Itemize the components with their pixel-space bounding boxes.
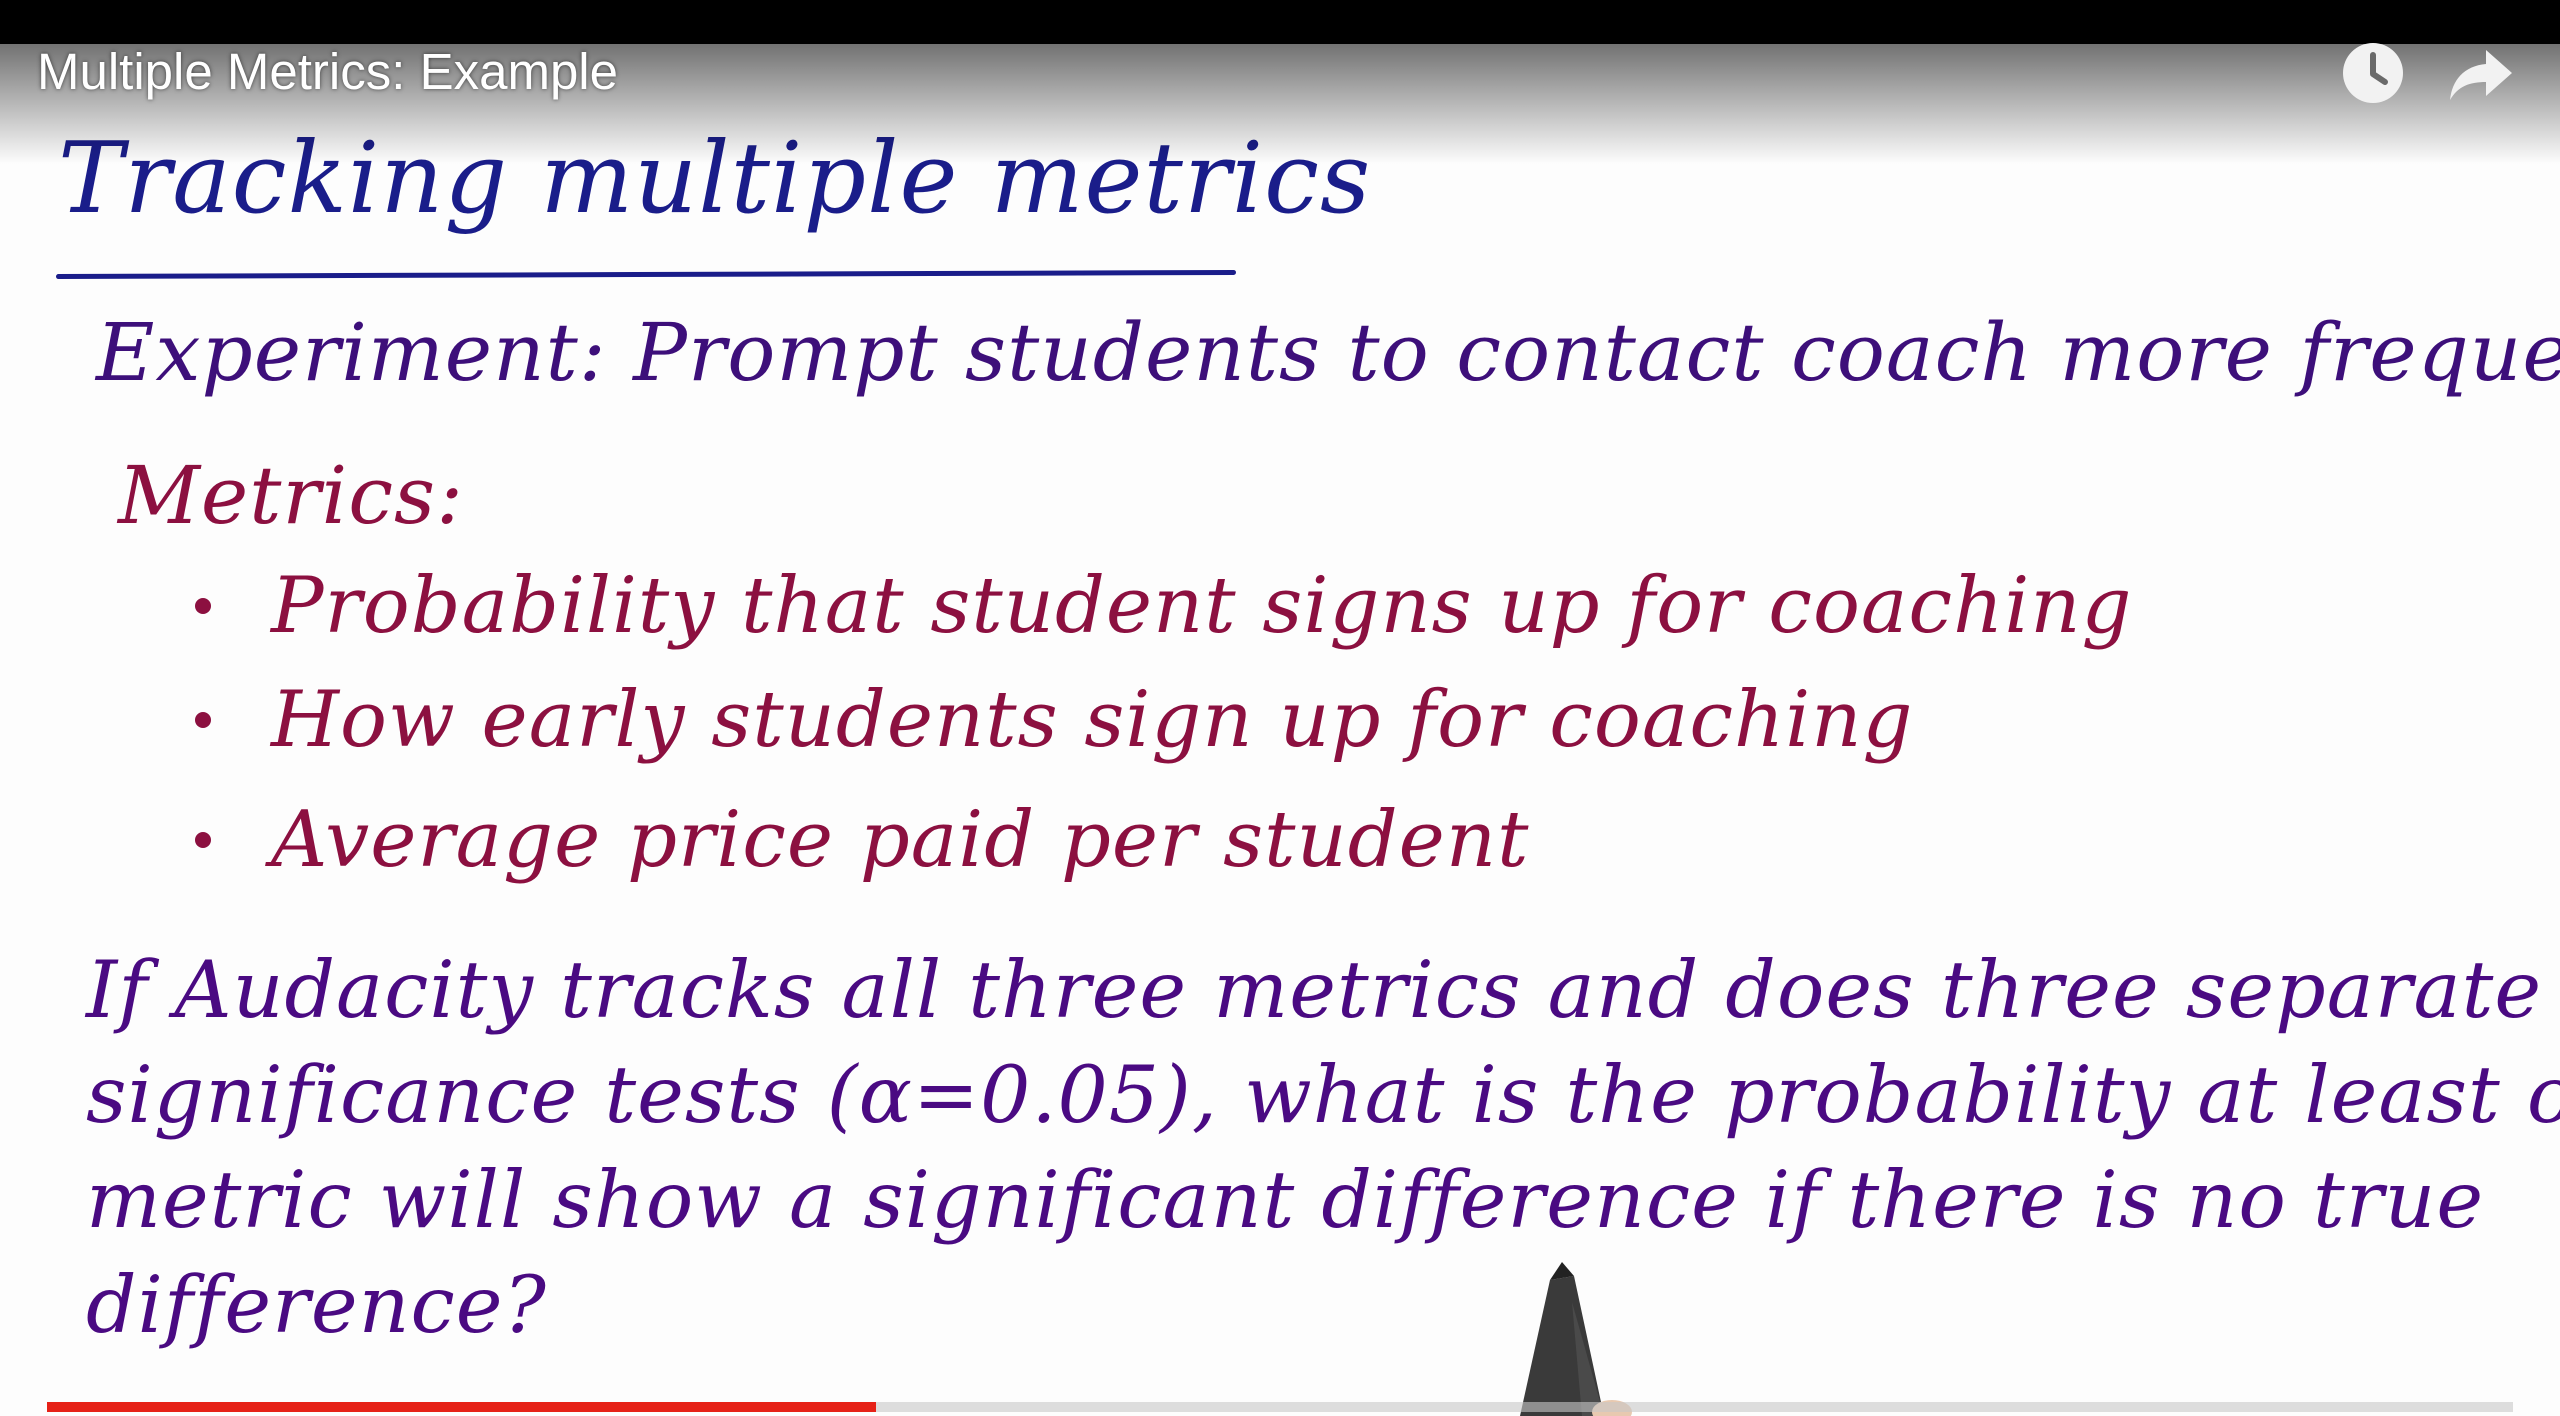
- progress-bar[interactable]: [47, 1402, 2513, 1412]
- question-line: metric will show a significant differenc…: [86, 1154, 2485, 1246]
- question-line: significance tests (α=0.05), what is the…: [86, 1049, 2560, 1141]
- video-player[interactable]: Tracking multiple metrics Experiment: Pr…: [0, 0, 2560, 1416]
- metric-text: Average price paid per student: [271, 795, 1530, 885]
- question-line: difference?: [86, 1259, 547, 1351]
- bullet-dot: [195, 712, 211, 728]
- metric-text: How early students sign up for coaching: [271, 675, 1914, 765]
- slide-heading: Tracking multiple metrics: [58, 122, 1372, 236]
- video-title[interactable]: Multiple Metrics: Example: [37, 44, 618, 100]
- metric-list-item: Average price paid per student: [195, 790, 1529, 890]
- metric-list-item: How early students sign up for coaching: [195, 670, 1913, 770]
- experiment-text: Experiment: Prompt students to contact c…: [96, 306, 2560, 399]
- share-button[interactable]: [2446, 40, 2518, 106]
- clock-icon: [2343, 43, 2403, 103]
- question-line: If Audacity tracks all three metrics and…: [86, 944, 2543, 1036]
- metric-text: Probability that student signs up for co…: [271, 561, 2133, 651]
- progress-played: [47, 1402, 876, 1412]
- bullet-dot: [195, 832, 211, 848]
- pen-tip-icon: [1520, 1262, 1632, 1416]
- metrics-label: Metrics:: [118, 449, 465, 542]
- whiteboard-video-frame[interactable]: Tracking multiple metrics Experiment: Pr…: [0, 44, 2560, 1416]
- bullet-dot: [195, 598, 211, 614]
- watch-later-button[interactable]: [2337, 40, 2409, 106]
- metric-list-item: Probability that student signs up for co…: [195, 556, 2132, 656]
- share-arrow-icon: [2450, 50, 2512, 100]
- heading-underline: [55, 269, 1237, 280]
